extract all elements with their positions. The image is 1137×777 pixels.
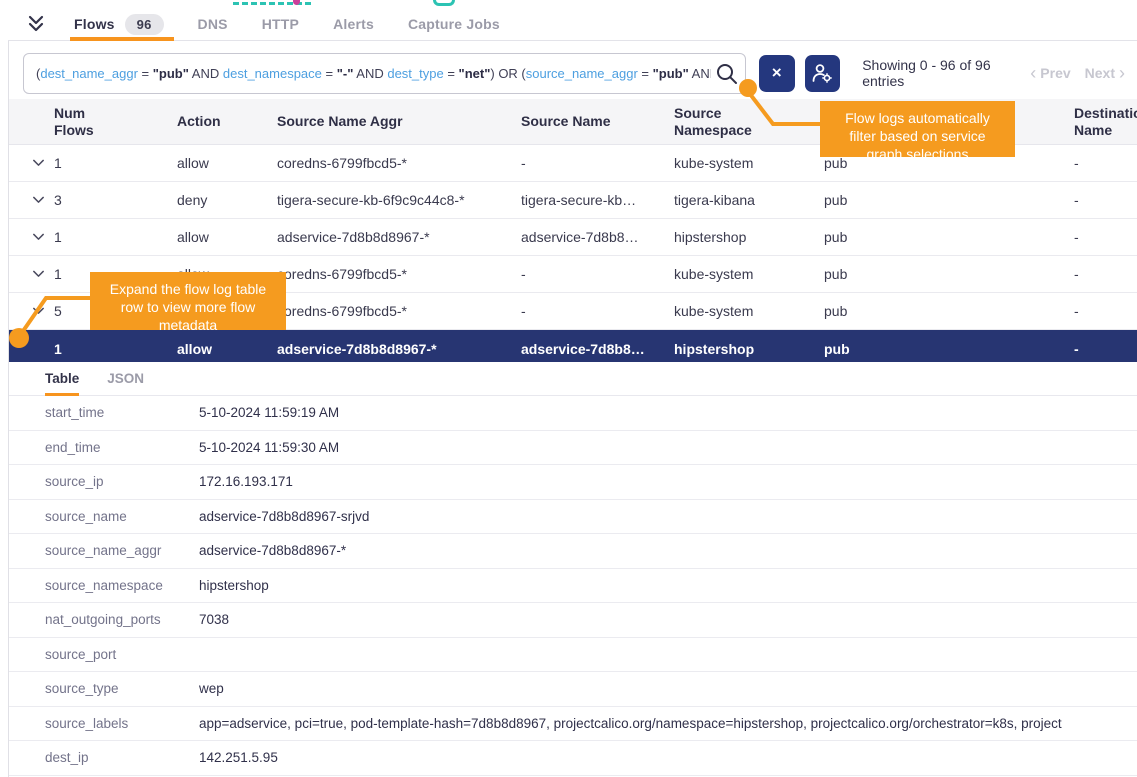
flow-logs-tabbar: Flows 96 DNS HTTP Alerts Capture Jobs <box>8 8 1137 41</box>
detail-row: source_namespacehipstershop <box>9 569 1137 604</box>
col-destination-name: Destination Name <box>1074 105 1137 138</box>
detail-row: source_labelsapp=adservice, pci=true, po… <box>9 707 1137 742</box>
chevron-double-down-icon <box>26 15 46 33</box>
col-action: Action <box>177 113 277 130</box>
pagination: ‹Prev Next› <box>1030 65 1125 81</box>
detail-row: start_time5-10-2024 11:59:19 AM <box>9 396 1137 431</box>
user-settings-button[interactable] <box>805 55 841 92</box>
detail-row: dest_ip142.251.5.95 <box>9 741 1137 776</box>
prev-page-button[interactable]: ‹Prev <box>1030 65 1070 81</box>
col-source-name-aggr: Source Name Aggr <box>277 113 521 130</box>
expand-row-chevron-icon[interactable] <box>9 307 54 315</box>
top-remnant-strip <box>0 0 1137 8</box>
expand-row-chevron-icon[interactable] <box>9 196 54 204</box>
tooltip-expand-hint: Expand the flow log table row to view mo… <box>90 272 286 330</box>
collapse-panel-button[interactable] <box>26 15 46 33</box>
tooltip-filter-hint: Flow logs automatically filter based on … <box>820 101 1015 157</box>
tab-flows-label: Flows <box>74 16 115 32</box>
filter-query-text: (dest_name_aggr = "pub" AND dest_namespa… <box>36 66 711 81</box>
tab-dns[interactable]: DNS <box>198 8 228 41</box>
flows-count-badge: 96 <box>125 14 164 35</box>
clear-filter-button[interactable]: × <box>759 55 795 92</box>
detail-row: end_time5-10-2024 11:59:30 AM <box>9 431 1137 466</box>
col-num-flows: Num Flows <box>54 105 106 138</box>
table-row[interactable]: 3 deny tigera-secure-kb-6f9c9c44c8-* tig… <box>9 182 1137 219</box>
filter-bar: (dest_name_aggr = "pub" AND dest_namespa… <box>9 49 1137 97</box>
next-page-button[interactable]: Next› <box>1085 65 1125 81</box>
tab-capture-jobs[interactable]: Capture Jobs <box>408 8 500 41</box>
service-graph-arc-remnant <box>433 0 455 6</box>
table-row[interactable]: 1 allow adservice-7d8b8d8967-* adservice… <box>9 219 1137 256</box>
tab-http[interactable]: HTTP <box>262 8 299 41</box>
panel-left-border <box>8 41 9 777</box>
expand-row-chevron-icon[interactable] <box>9 233 54 241</box>
chevron-left-icon: ‹ <box>1030 66 1036 80</box>
detail-row: nat_outgoing_ports7038 <box>9 603 1137 638</box>
entries-count-text: Showing 0 - 96 of 96 entries <box>862 57 1030 89</box>
expand-row-chevron-icon[interactable] <box>9 270 54 278</box>
flow-detail-panel: Table JSON start_time5-10-2024 11:59:19 … <box>9 362 1137 776</box>
detail-tab-json[interactable]: JSON <box>107 362 144 396</box>
tab-flows[interactable]: Flows 96 <box>74 8 164 41</box>
expand-row-chevron-icon[interactable] <box>9 159 54 167</box>
filter-query-input[interactable]: (dest_name_aggr = "pub" AND dest_namespa… <box>23 53 746 94</box>
detail-row: source_ip172.16.193.171 <box>9 465 1137 500</box>
detail-row: source_port <box>9 638 1137 673</box>
user-gear-icon <box>811 62 833 84</box>
detail-row: source_name_aggradservice-7d8b8d8967-* <box>9 534 1137 569</box>
search-icon[interactable] <box>712 62 739 86</box>
col-source-name: Source Name <box>521 113 674 130</box>
detail-row: source_typewep <box>9 672 1137 707</box>
detail-row: source_nameadservice-7d8b8d8967-srjvd <box>9 500 1137 535</box>
detail-tabs: Table JSON <box>9 362 1137 396</box>
chevron-right-icon: › <box>1119 66 1125 80</box>
col-source-namespace: Source Namespace <box>674 105 769 138</box>
tab-alerts[interactable]: Alerts <box>333 8 374 41</box>
detail-tab-table[interactable]: Table <box>45 362 79 396</box>
